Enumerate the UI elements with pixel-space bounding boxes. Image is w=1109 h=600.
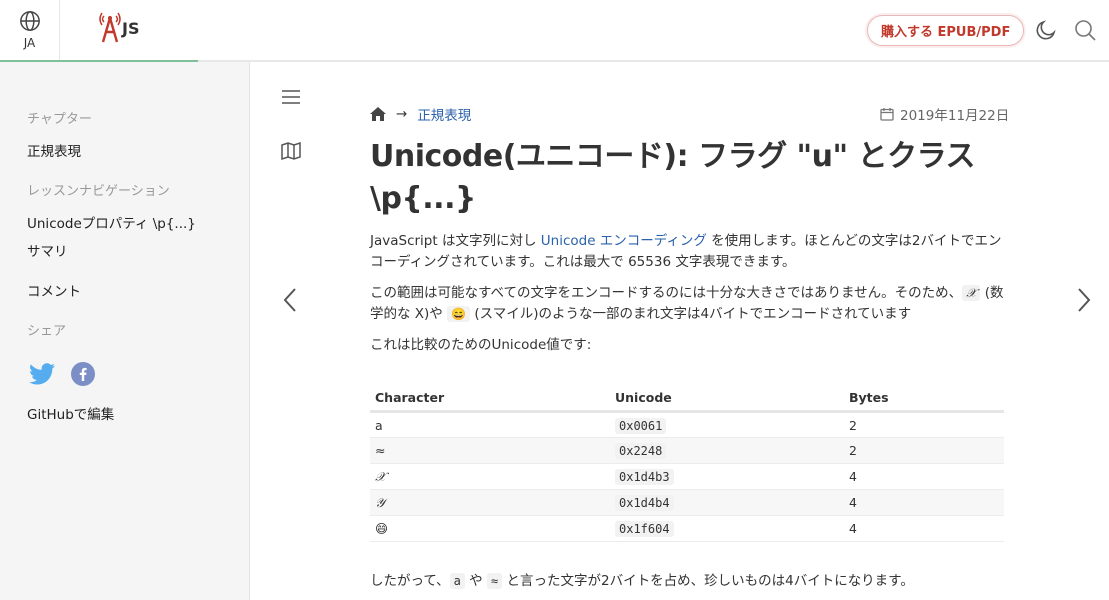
col-unicode: Unicode (610, 386, 844, 413)
cell-bytes: 4 (844, 515, 1004, 542)
calendar-icon (880, 108, 894, 121)
site-logo[interactable]: JS (98, 10, 152, 46)
search-icon[interactable] (1073, 18, 1097, 42)
language-switcher[interactable]: JA (0, 0, 60, 60)
lesson-nav-heading: レッスンナビゲーション (27, 184, 170, 199)
chapter-heading: チャプター (27, 112, 92, 127)
unicode-encoding-link[interactable]: Unicode エンコーディング (541, 233, 707, 249)
edit-on-github-link[interactable]: GitHubで編集 (27, 403, 114, 423)
cell-char: 𝒴 (370, 489, 610, 516)
share-heading: シェア (27, 324, 67, 339)
previous-lesson-arrow-icon[interactable] (279, 286, 301, 314)
para2-text-before: この範囲は可能なすべての文字をエンコードするのには十分な大きさではありません。そ… (370, 285, 963, 301)
cell-char: ≈ (370, 437, 610, 464)
publish-date: 2019年11月22日 (880, 104, 1009, 124)
code-approx: ≈ (486, 573, 503, 589)
sidebar-chapter-link[interactable]: 正規表現 (27, 140, 81, 160)
para2-text-after: (スマイル)のような一部のまれ文字は4バイトでエンコードされています (470, 306, 912, 322)
sidebar-item-unicode-properties[interactable]: Unicodeプロパティ \p{...} (27, 212, 196, 232)
col-bytes: Bytes (844, 386, 1004, 413)
cell-bytes: 4 (844, 489, 1004, 516)
breadcrumb-separator: → (396, 106, 408, 122)
facebook-icon[interactable] (71, 362, 95, 386)
sidebar-comments-link[interactable]: コメント (27, 280, 81, 300)
sidebar-item-summary[interactable]: サマリ (27, 240, 68, 260)
table-header-row: Character Unicode Bytes (370, 386, 1004, 413)
para4-text-after: と言った文字が2バイトを占め、珍しいものは4バイトになります。 (502, 573, 914, 589)
comparison-intro: これは比較のためのUnicode値です: (370, 337, 592, 353)
cell-code: 0x1d4b3 (615, 469, 674, 485)
hamburger-menu-icon[interactable] (280, 87, 302, 107)
intro-paragraph: JavaScript は文字列に対し Unicode エンコーディング を使用し… (370, 231, 1006, 273)
share-buttons (29, 362, 95, 386)
home-icon[interactable] (370, 107, 386, 121)
cell-code: 0x0061 (615, 417, 667, 434)
buy-epub-pdf-button[interactable]: 購入する EPUB/PDF (867, 15, 1025, 46)
logo-text: JS (122, 19, 140, 38)
cell-bytes: 2 (844, 437, 1004, 464)
para4-text-mid: や (464, 573, 487, 589)
dark-mode-moon-icon[interactable] (1034, 18, 1058, 42)
cell-code: 0x2248 (615, 443, 667, 459)
logo-tower-icon (99, 12, 121, 43)
unicode-table: Character Unicode Bytes a 0x0061 2 ≈ 0x2… (370, 386, 1004, 542)
col-character: Character (370, 386, 610, 413)
table-row: ≈ 0x2248 2 (370, 437, 1004, 464)
breadcrumb: → 正規表現 (370, 104, 471, 124)
cell-bytes: 4 (844, 463, 1004, 490)
cell-char: a (370, 411, 610, 438)
date-text: 2019年11月22日 (900, 108, 1010, 124)
table-row: a 0x0061 2 (370, 411, 1004, 438)
cell-char: 𝒳 (370, 463, 610, 490)
table-row: 𝒳 0x1d4b3 4 (370, 463, 1004, 490)
para1-text-before: JavaScript は文字列に対し (370, 233, 541, 249)
twitter-icon[interactable] (29, 363, 55, 385)
para4-text-before: したがって、 (370, 573, 450, 589)
table-row: 𝒴 0x1d4b4 4 (370, 489, 1004, 516)
breadcrumb-link[interactable]: 正規表現 (417, 104, 471, 124)
globe-icon (19, 11, 40, 31)
cell-bytes: 2 (844, 411, 1004, 438)
cell-code: 0x1d4b4 (615, 495, 674, 511)
conclusion-paragraph: したがって、 a や ≈ と言った文字が2バイトを占め、珍しいものは4バイトになり… (370, 571, 1006, 592)
cell-code: 0x1f604 (615, 521, 674, 537)
next-lesson-arrow-icon[interactable] (1073, 286, 1095, 314)
cell-char: 😄 (370, 515, 610, 542)
math-x-char: 𝒳 (962, 285, 981, 301)
sidebar: チャプター 正規表現 レッスンナビゲーション Unicodeプロパティ \p{.… (0, 62, 250, 600)
map-icon[interactable] (280, 141, 302, 161)
smile-emoji: 😄 (447, 306, 471, 322)
range-paragraph: この範囲は可能なすべての文字をエンコードするのには十分な大きさではありません。そ… (370, 283, 1006, 325)
page-title: Unicode(ユニコード): フラグ "u" とクラス \p{...} (370, 139, 976, 216)
top-header: JA JS 購入する EPUB/PDF (0, 0, 1109, 62)
code-a: a (449, 573, 465, 589)
language-code: JA (23, 36, 36, 50)
table-row: 😄 0x1f604 4 (370, 515, 1004, 542)
